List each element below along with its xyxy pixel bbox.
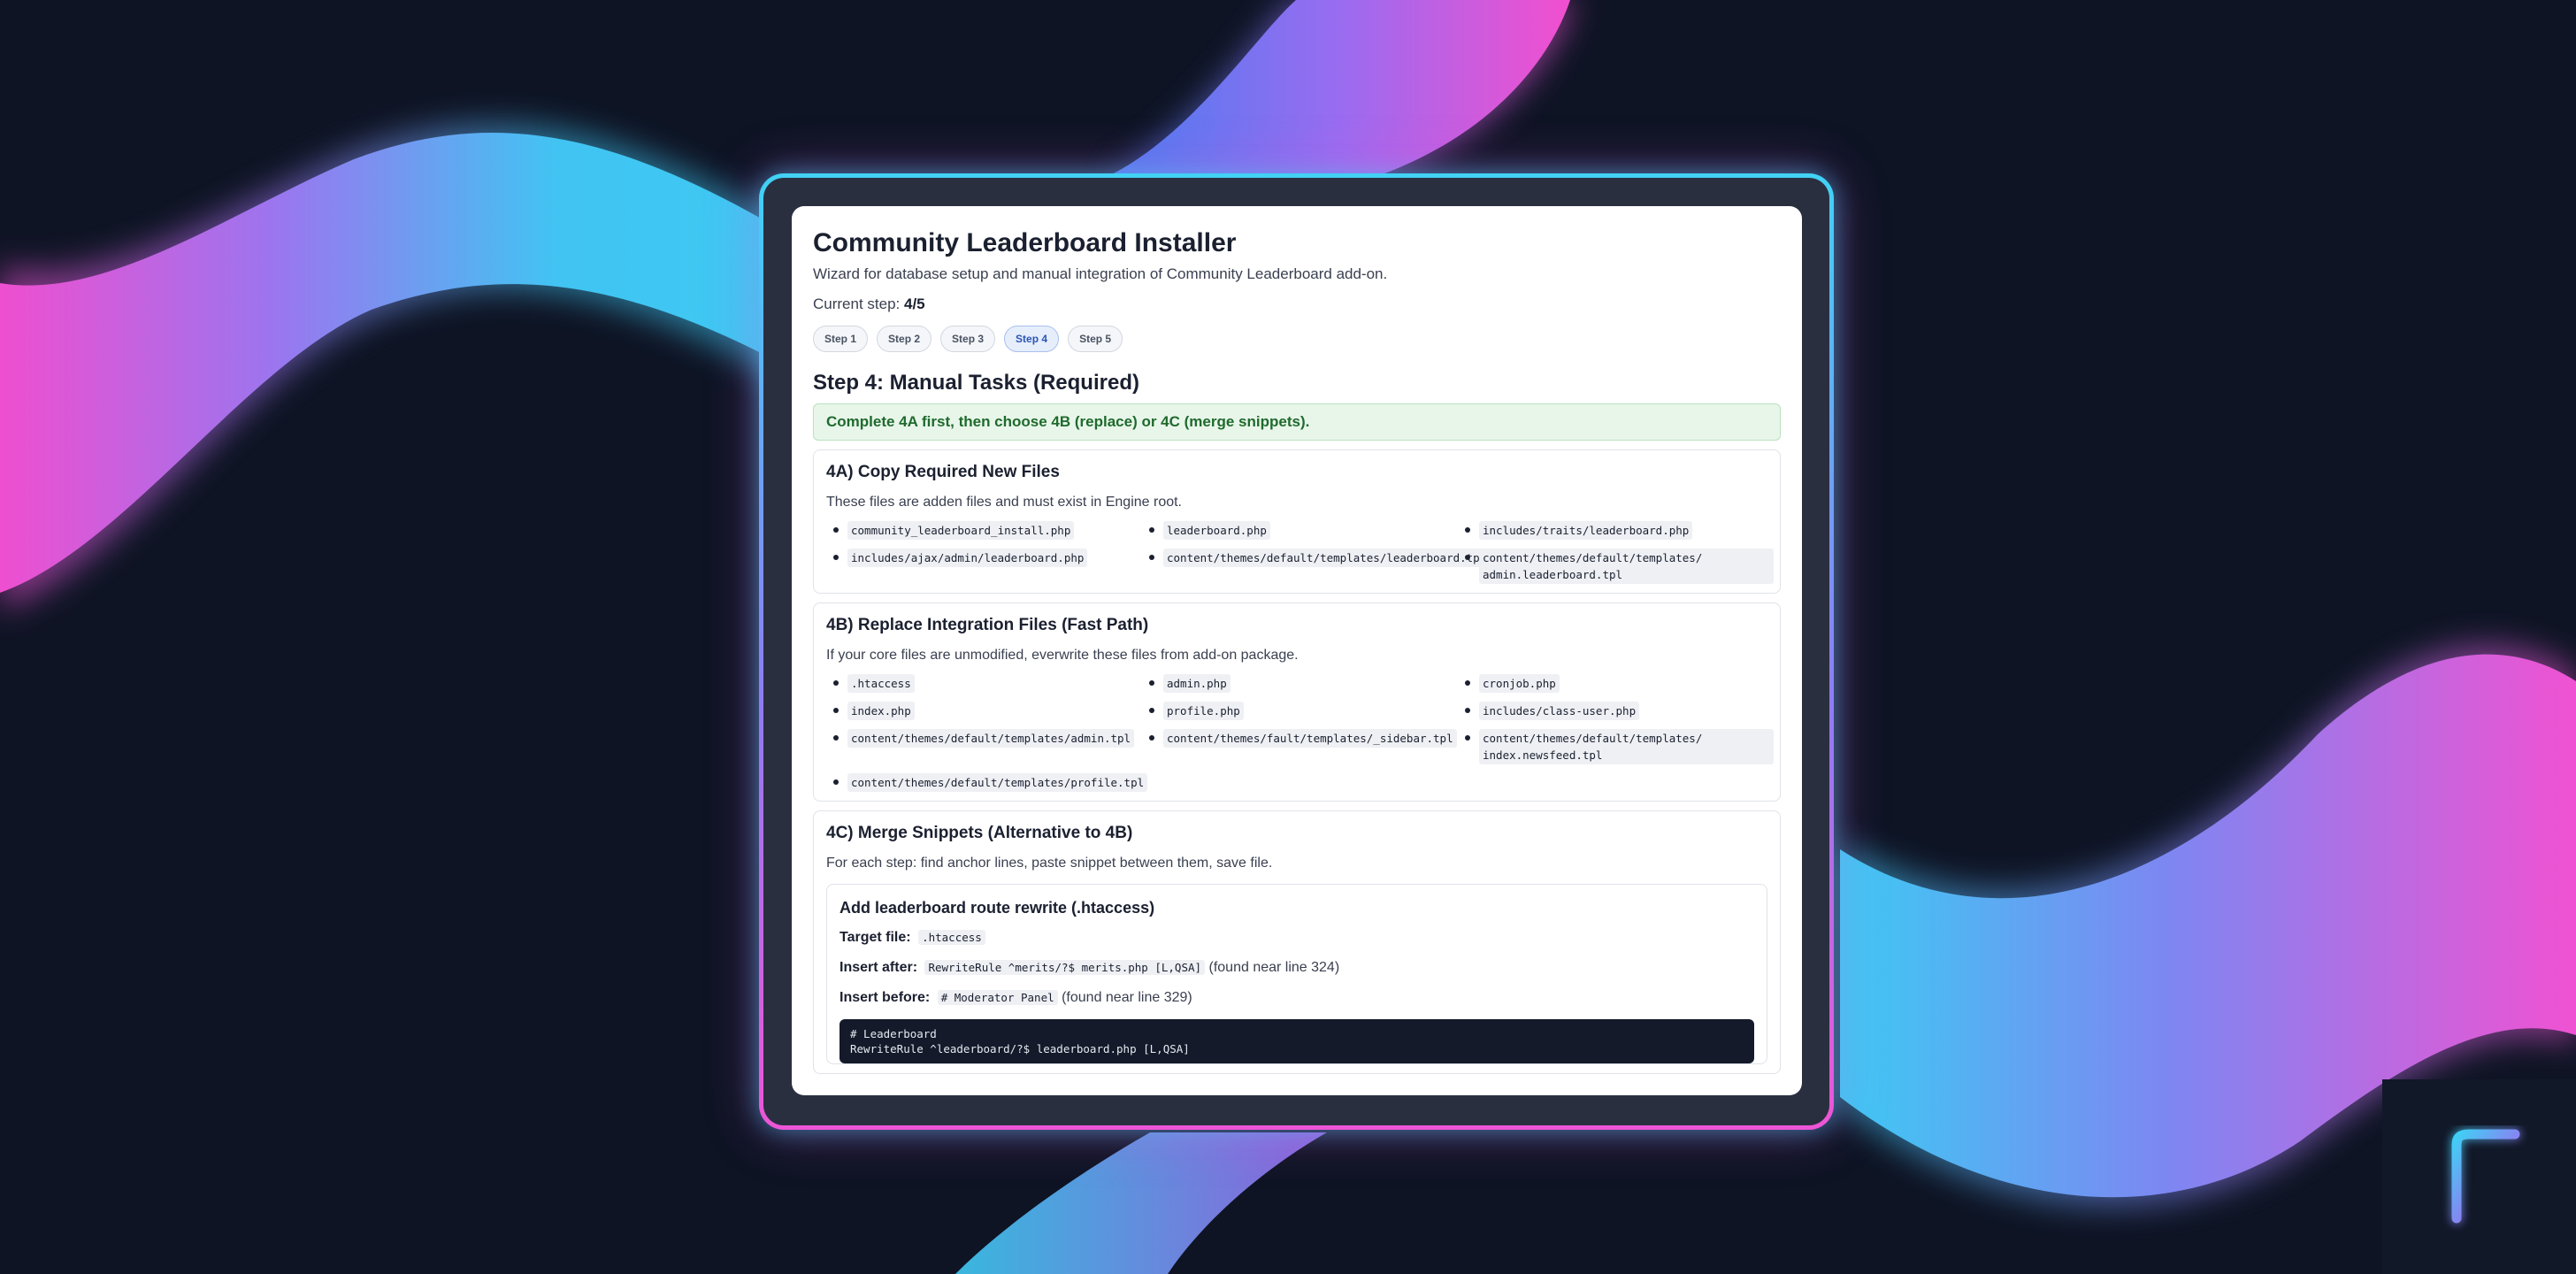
target-label: Target file: [840,930,911,945]
card-merge-snippets: 4C) Merge Snippets (Alternative to 4B) F… [813,810,1781,1074]
list-item: content/themes/default/templates/ admin.… [1458,549,1774,584]
code-line: # Leaderboard [850,1027,937,1040]
insert-after-value: RewriteRule ^merits/?$ merits.php [L,QSA… [924,960,1206,975]
bullet-icon [1465,555,1470,560]
bullet-icon [1465,708,1470,713]
file-path: content/themes/default/templates/admin.t… [847,729,1135,748]
file-path: content/themes/fault/templates/_sidebar.… [1163,729,1457,748]
list-item: content/themes/default/templates/leaderb… [1142,549,1491,584]
replace-files-list: .htaccess admin.php cronjob.php index.ph… [826,674,1774,792]
step-5-pill[interactable]: Step 5 [1068,326,1123,352]
snippet-insert-after: Insert after: RewriteRule ^merits/?$ mer… [840,957,1754,979]
snippet-target: Target file: .htaccess [840,927,1754,948]
file-path: community_leaderboard_install.php [847,521,1075,540]
file-path: includes/class-user.php [1479,702,1640,720]
bullet-icon [1465,527,1470,533]
step-navigation: Step 1 Step 2 Step 3 Step 4 Step 5 [813,326,1781,352]
bullet-icon [1465,735,1470,741]
brand-logo [2382,1079,2576,1274]
insert-after-note: (found near line 324) [1208,960,1340,975]
step-2-pill[interactable]: Step 2 [877,326,932,352]
bullet-icon [1149,680,1154,686]
list-item: cronjob.php [1458,674,1774,693]
list-item: admin.php [1142,674,1458,693]
list-item: profile.php [1142,702,1458,720]
installer-panel: Community Leaderboard Installer Wizard f… [792,206,1802,1095]
list-item: includes/class-user.php [1458,702,1774,720]
file-path: content/themes/default/templates/ index.… [1479,729,1774,764]
current-step: Current step: 4/5 [813,294,1781,315]
list-item: leaderboard.php [1142,521,1458,540]
insert-before-label: Insert before: [840,990,931,1005]
bullet-icon [833,527,839,533]
card-copy-files-description: These files are adden files and must exi… [826,495,1182,510]
card-copy-files-title: 4A) Copy Required New Files [826,463,1060,481]
list-item: includes/traits/leaderboard.php [1458,521,1774,540]
card-replace-files: 4B) Replace Integration Files (Fast Path… [813,602,1781,802]
f-letter-logo-icon [2450,1128,2521,1224]
bullet-icon [1149,527,1154,533]
file-path: content/themes/default/templates/leaderb… [1163,549,1491,567]
bullet-icon [833,735,839,741]
card-replace-files-description: If your core files are unmodified, everw… [826,648,1299,663]
target-value: .htaccess [918,930,985,945]
insert-after-label: Insert after: [840,960,918,975]
notice-banner: Complete 4A first, then choose 4B (repla… [813,403,1781,441]
card-replace-files-title: 4B) Replace Integration Files (Fast Path… [826,616,1149,634]
card-merge-snippets-description: For each step: find anchor lines, paste … [826,856,1273,871]
step-3-pill[interactable]: Step 3 [940,326,996,352]
page-title: Community Leaderboard Installer [813,228,1237,257]
current-step-value: 4/5 [904,295,925,312]
bullet-icon [833,555,839,560]
card-merge-snippets-title: 4C) Merge Snippets (Alternative to 4B) [826,824,1133,842]
snippet-title: Add leaderboard route rewrite (.htaccess… [840,899,1155,917]
list-item: content/themes/fault/templates/_sidebar.… [1142,729,1458,764]
code-line: RewriteRule ^leaderboard/?$ leaderboard.… [850,1042,1190,1055]
list-item: content/themes/default/templates/admin.t… [826,729,1142,764]
file-path: content/themes/default/templates/ admin.… [1479,549,1774,584]
file-path: includes/ajax/admin/leaderboard.php [847,549,1088,567]
bullet-icon [1149,555,1154,560]
file-path: cronjob.php [1479,674,1560,693]
file-path: index.php [847,702,915,720]
insert-before-value: # Moderator Panel [937,990,1058,1005]
file-path: leaderboard.php [1163,521,1270,540]
file-path: content/themes/default/templates/profile… [847,773,1148,792]
copy-files-list: community_leaderboard_install.php leader… [826,521,1774,584]
snippet-card: Add leaderboard route rewrite (.htaccess… [826,884,1767,1064]
section-title: Step 4: Manual Tasks (Required) [813,371,1139,395]
list-item: .htaccess [826,674,1142,693]
code-block[interactable]: # Leaderboard RewriteRule ^leaderboard/?… [840,1019,1754,1063]
step-4-pill[interactable]: Step 4 [1004,326,1060,352]
current-step-label: Current step: [813,295,901,312]
bullet-icon [833,680,839,686]
file-path: profile.php [1163,702,1244,720]
insert-before-note: (found near line 329) [1062,990,1192,1005]
list-item: includes/ajax/admin/leaderboard.php [826,549,1142,584]
bullet-icon [1149,735,1154,741]
page-subtitle: Wizard for database setup and manual int… [813,265,1388,282]
bullet-icon [1149,708,1154,713]
list-item: content/themes/default/templates/ index.… [1458,729,1774,764]
list-item: community_leaderboard_install.php [826,521,1142,540]
step-1-pill[interactable]: Step 1 [813,326,869,352]
card-copy-files: 4A) Copy Required New Files These files … [813,449,1781,594]
list-item: index.php [826,702,1142,720]
file-path: admin.php [1163,674,1230,693]
bullet-icon [833,708,839,713]
list-item: content/themes/default/templates/profile… [826,773,1148,792]
snippet-insert-before: Insert before: # Moderator Panel (found … [840,987,1754,1009]
bullet-icon [1465,680,1470,686]
file-path: .htaccess [847,674,915,693]
bullet-icon [833,779,839,785]
file-path: includes/traits/leaderboard.php [1479,521,1693,540]
